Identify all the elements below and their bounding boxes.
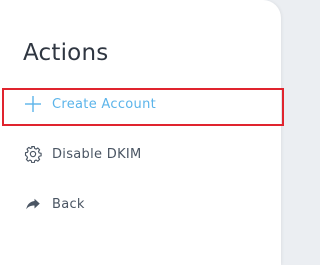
gear-icon [24,145,42,163]
actions-panel: Actions Create Account Disable DKIM Back [0,0,281,265]
panel-title: Actions [23,40,109,66]
back-action[interactable]: Back [24,190,85,218]
share-arrow-icon [24,195,42,213]
disable-dkim-label: Disable DKIM [52,146,142,162]
back-label: Back [52,196,85,212]
highlight-box [2,88,284,126]
disable-dkim-action[interactable]: Disable DKIM [24,140,142,168]
